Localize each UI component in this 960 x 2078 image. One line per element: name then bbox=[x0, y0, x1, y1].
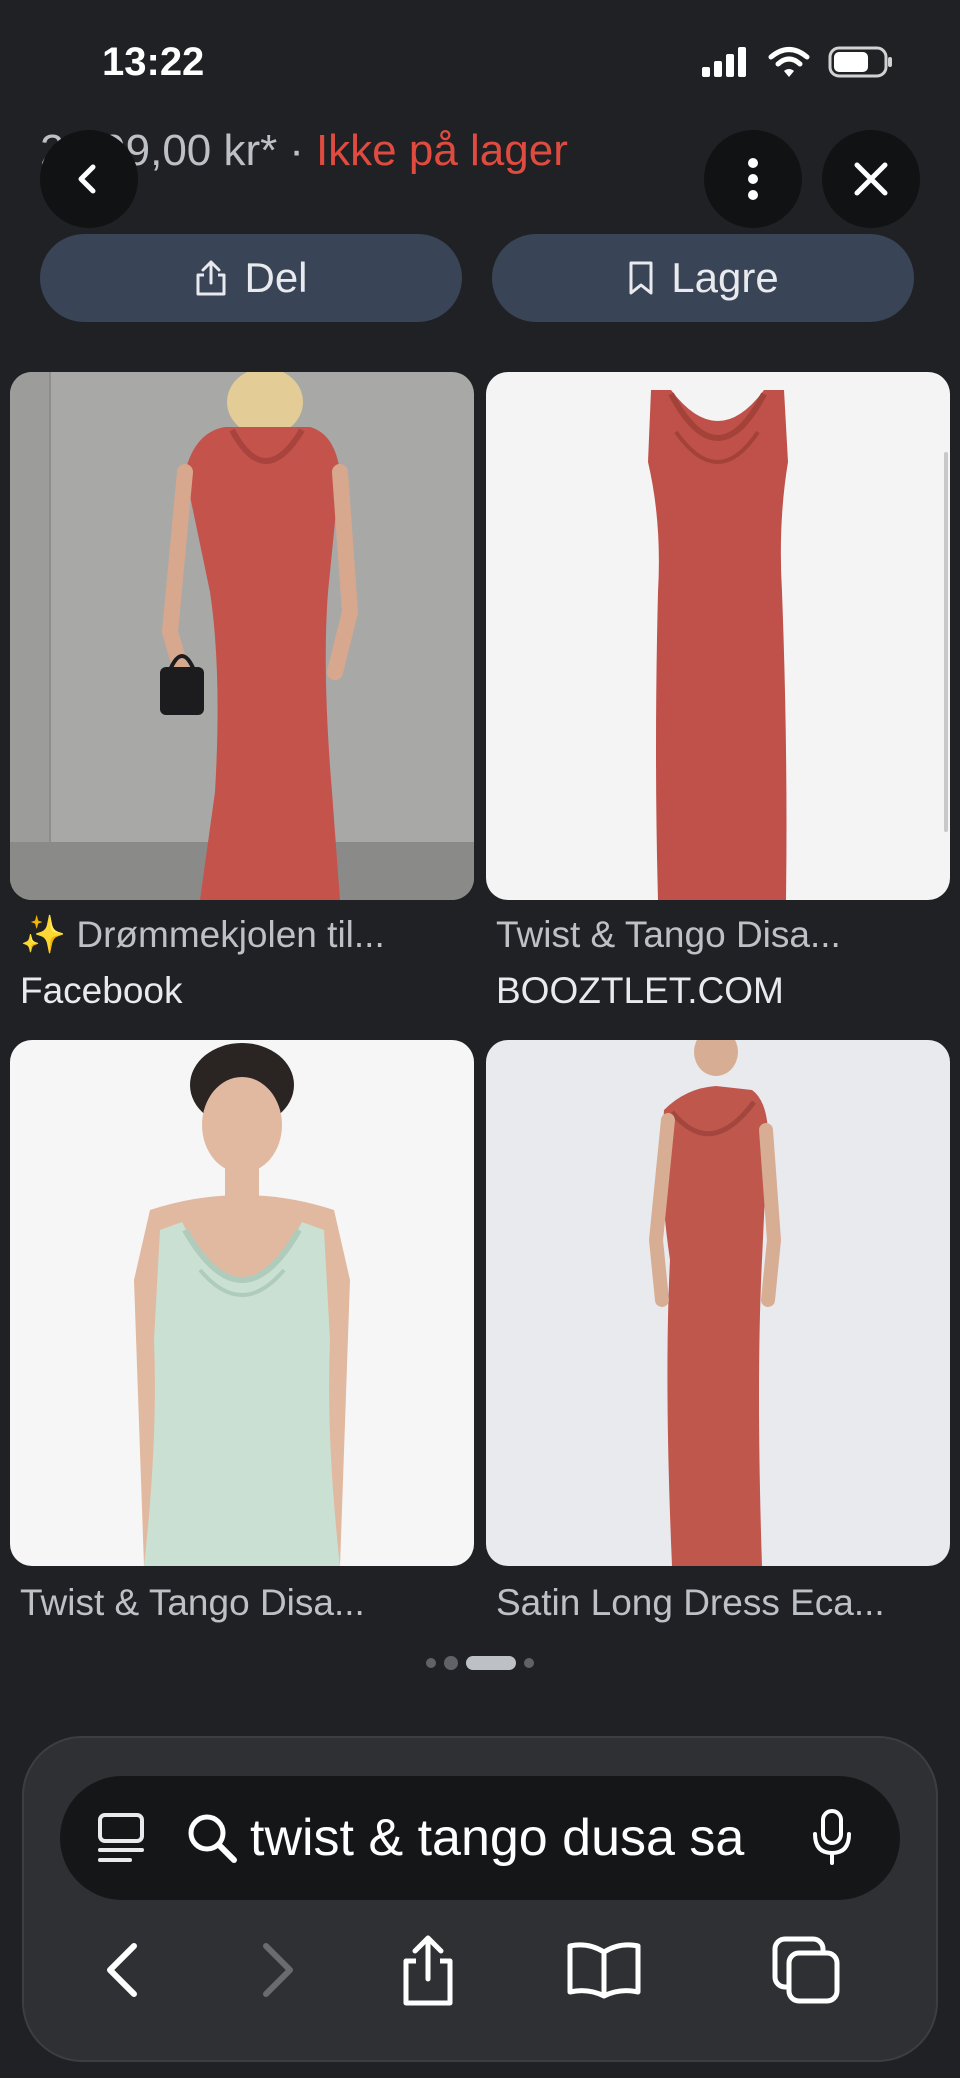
page-dot bbox=[524, 1658, 534, 1668]
microphone-icon[interactable] bbox=[812, 1808, 852, 1866]
bookmarks-button[interactable] bbox=[554, 1920, 654, 2020]
page-dot bbox=[444, 1656, 458, 1670]
vertical-dots-icon bbox=[748, 158, 758, 200]
chevron-right-icon bbox=[263, 1943, 293, 1997]
share-icon bbox=[403, 1935, 453, 2006]
result-title-3: Twist & Tango Disa... bbox=[20, 1582, 365, 1623]
navigation-row bbox=[0, 1920, 960, 2020]
save-button[interactable]: Lagre bbox=[492, 234, 914, 322]
status-bar: 13:22 bbox=[0, 0, 960, 120]
close-button[interactable] bbox=[822, 130, 920, 228]
status-time: 13:22 bbox=[102, 40, 205, 84]
back-button[interactable] bbox=[40, 130, 138, 228]
close-icon bbox=[854, 162, 888, 196]
tabs-icon bbox=[772, 1936, 840, 2004]
result-image-2 bbox=[486, 372, 950, 900]
result-title-2: Twist & Tango Disa... bbox=[496, 914, 841, 955]
browser-share-button[interactable] bbox=[378, 1920, 478, 2020]
battery-icon bbox=[828, 46, 892, 78]
share-button[interactable]: Del bbox=[40, 234, 462, 322]
browser-back-button[interactable] bbox=[72, 1920, 172, 2020]
result-card-4[interactable] bbox=[486, 1040, 950, 1566]
browser-forward-button[interactable] bbox=[228, 1920, 328, 2020]
chevron-left-icon bbox=[78, 164, 96, 194]
tabs-button[interactable] bbox=[756, 1920, 856, 2020]
chevron-left-icon bbox=[107, 1943, 137, 1997]
page-indicator bbox=[0, 1656, 960, 1670]
result-image-1 bbox=[10, 372, 474, 900]
stock-status: Ikke på lager bbox=[315, 126, 568, 175]
more-button[interactable] bbox=[704, 130, 802, 228]
page-dot bbox=[426, 1658, 436, 1668]
result-source-1: Facebook bbox=[20, 970, 183, 1011]
result-image-3 bbox=[10, 1040, 474, 1566]
search-icon bbox=[188, 1814, 237, 1863]
result-card-3[interactable] bbox=[10, 1040, 474, 1566]
share-label: Del bbox=[244, 254, 308, 301]
address-text[interactable]: twist & tango dusa sa bbox=[250, 1808, 780, 1868]
book-icon bbox=[567, 1942, 641, 1999]
wifi-icon bbox=[768, 47, 810, 77]
bookmark-icon bbox=[629, 261, 653, 295]
separator: · bbox=[289, 126, 304, 175]
result-card-1[interactable] bbox=[10, 372, 474, 900]
result-title-1: ✨ Drømmekjolen til... bbox=[20, 914, 385, 955]
result-card-2[interactable] bbox=[486, 372, 950, 900]
save-label: Lagre bbox=[671, 254, 779, 301]
result-title-4: Satin Long Dress Eca... bbox=[496, 1582, 885, 1623]
share-icon bbox=[196, 260, 226, 296]
page-dot-active bbox=[466, 1656, 516, 1670]
status-icons bbox=[702, 46, 894, 78]
signal-icon bbox=[702, 47, 746, 77]
reader-icon[interactable] bbox=[96, 1812, 146, 1864]
result-image-4 bbox=[486, 1040, 950, 1566]
result-source-2: BOOZTLET.COM bbox=[496, 970, 784, 1011]
